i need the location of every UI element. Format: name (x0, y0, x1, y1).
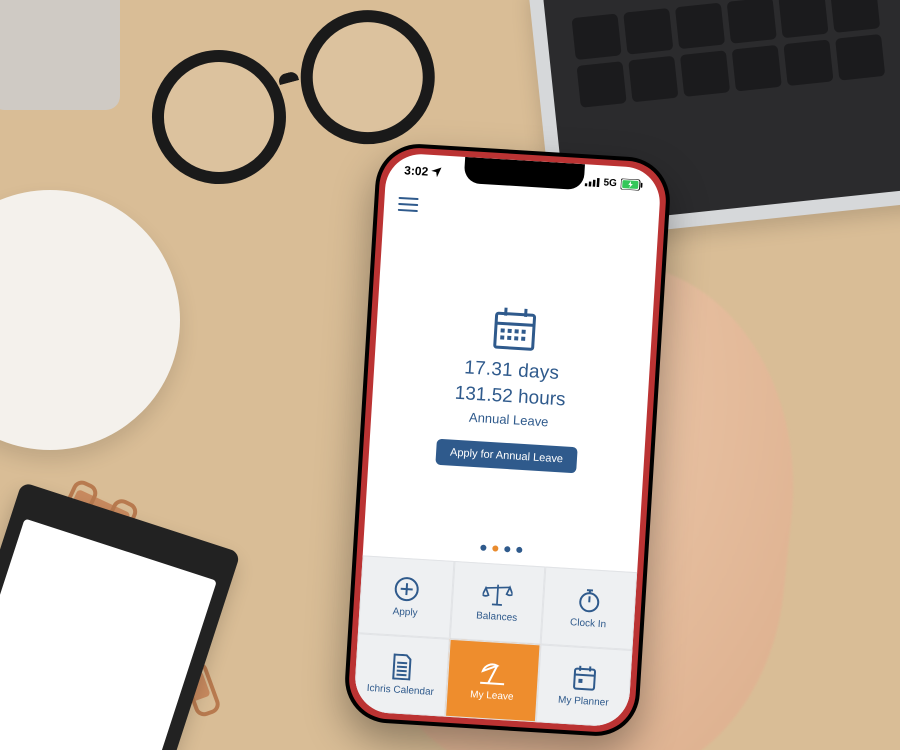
tile-label: Apply (392, 606, 418, 619)
pager-dot[interactable] (504, 546, 510, 552)
plus-circle-icon (393, 575, 421, 603)
plate-prop (0, 190, 180, 450)
planner-icon (572, 664, 598, 691)
tile-apply[interactable]: Apply (358, 555, 454, 638)
tile-label: Balances (476, 610, 518, 623)
tile-myleave[interactable]: My Leave (445, 639, 541, 722)
leave-days: 17.31 days (464, 357, 560, 385)
battery-icon (621, 178, 644, 190)
leave-type: Annual Leave (469, 409, 549, 429)
vase-prop (0, 0, 120, 110)
apply-leave-button[interactable]: Apply for Annual Leave (435, 438, 577, 473)
tile-label: My Leave (470, 689, 514, 703)
leave-summary-card: 17.31 days 131.52 hours Annual Leave App… (363, 220, 658, 572)
scales-icon (482, 582, 513, 608)
location-icon (431, 167, 442, 178)
pager-dot[interactable] (492, 545, 498, 551)
phone-frame: 3:02 5G (343, 142, 673, 739)
nav-grid: Apply Balances Clock In (353, 555, 637, 727)
document-icon (390, 653, 414, 680)
leave-hours: 131.52 hours (454, 382, 566, 411)
status-time: 3:02 (404, 163, 429, 178)
desk-scene: 3:02 5G (0, 0, 900, 750)
tile-label: Ichris Calendar (366, 683, 434, 698)
tile-balances[interactable]: Balances (449, 561, 545, 644)
tile-label: My Planner (558, 695, 609, 709)
menu-button[interactable] (398, 197, 419, 212)
phone-screen: 3:02 5G (353, 152, 662, 728)
tile-clockin[interactable]: Clock In (541, 567, 637, 650)
tile-label: Clock In (570, 617, 607, 630)
calendar-icon (488, 302, 541, 355)
stopwatch-icon (576, 587, 604, 615)
pager-dot[interactable] (480, 545, 486, 551)
tile-myplanner[interactable]: My Planner (536, 644, 632, 727)
beach-umbrella-icon (478, 659, 508, 687)
tile-calendar[interactable]: Ichris Calendar (353, 633, 449, 716)
status-network: 5G (603, 177, 617, 189)
signal-icon (584, 176, 600, 187)
pager-dot[interactable] (516, 547, 522, 553)
